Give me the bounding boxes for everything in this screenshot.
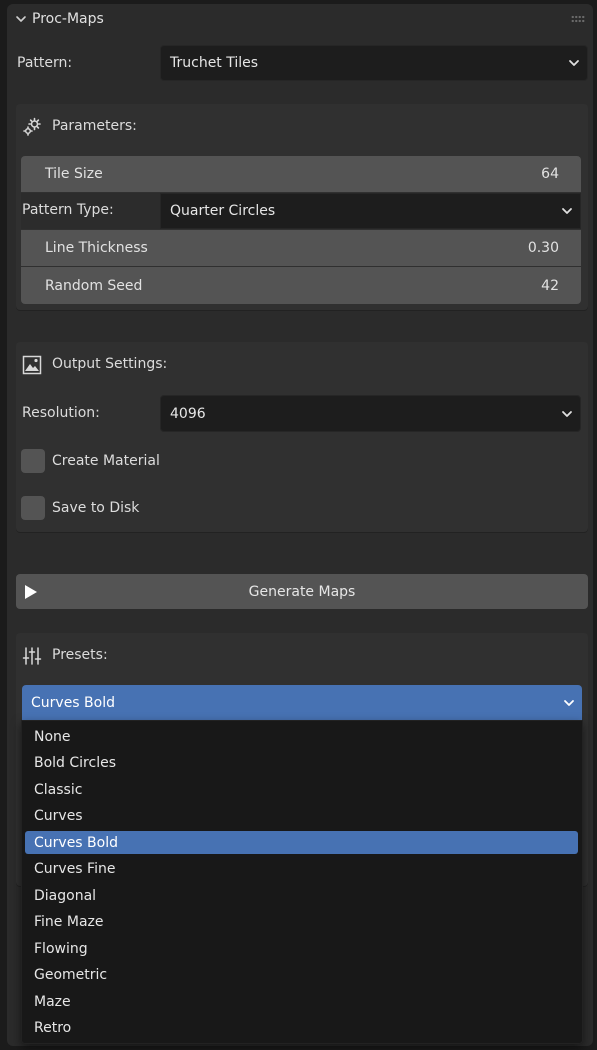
output-settings-title: Output Settings:: [52, 356, 168, 372]
tile-size-field[interactable]: Tile Size 64: [21, 156, 581, 192]
preset-menu-item[interactable]: Classic: [25, 778, 578, 801]
generate-maps-button[interactable]: Generate Maps: [16, 574, 588, 609]
resolution-label: Resolution:: [22, 405, 100, 421]
preset-menu-item[interactable]: Curves Bold: [25, 831, 578, 854]
preset-menu-item-label: Bold Circles: [34, 755, 117, 771]
pattern-label: Pattern:: [17, 55, 73, 71]
tile-size-label: Tile Size: [45, 166, 103, 182]
pattern-value: Truchet Tiles: [170, 55, 259, 71]
preset-menu-item[interactable]: Fine Maze: [25, 911, 578, 934]
preset-menu-item-label: Geometric: [34, 967, 108, 983]
pattern-type-row: Pattern Type: Quarter Circles: [21, 193, 581, 229]
gears-icon: [23, 117, 41, 136]
preset-menu-item[interactable]: Curves Fine: [25, 858, 578, 881]
preset-menu-item[interactable]: Bold Circles: [25, 752, 578, 775]
preset-menu-item-label: Classic: [34, 781, 83, 798]
pattern-dropdown[interactable]: Truchet Tiles: [160, 45, 588, 81]
pattern-type-label: Pattern Type:: [22, 202, 114, 218]
save-to-disk-label[interactable]: Save to Disk: [52, 500, 139, 516]
preset-menu-item-label: Curves Bold: [34, 834, 118, 851]
create-material-checkbox[interactable]: [21, 449, 45, 473]
sliders-icon: [22, 647, 42, 665]
image-icon: [22, 355, 42, 375]
panel-header[interactable]: Proc-Maps: [7, 4, 593, 36]
preset-menu-item[interactable]: Geometric: [25, 964, 578, 987]
pattern-type-value: Quarter Circles: [170, 203, 276, 219]
parameters-box: Parameters: Tile Size 64 Pattern Type: Q…: [16, 104, 588, 310]
resolution-value: 4096: [170, 405, 206, 422]
chevron-down-icon: [562, 410, 572, 417]
preset-menu-item-label: Diagonal: [34, 887, 97, 904]
save-to-disk-checkbox[interactable]: [21, 496, 45, 520]
line-thickness-field[interactable]: Line Thickness 0.30: [21, 230, 581, 266]
presets-menu: None Bold Circles Classic Curves Curves Bold…: [21, 720, 583, 1044]
random-seed-label: Random Seed: [45, 277, 143, 294]
preset-menu-item-label: Maze: [34, 993, 71, 1010]
preset-menu-item-label: Flowing: [34, 940, 88, 957]
preset-menu-item-label: None: [34, 728, 71, 745]
preset-menu-item[interactable]: Diagonal: [25, 884, 578, 907]
drag-grip-icon[interactable]: [571, 15, 585, 23]
line-thickness-value: 0.30: [527, 240, 559, 256]
chevron-down-icon: [564, 699, 574, 706]
chevron-down-icon: [569, 60, 579, 66]
preset-menu-item[interactable]: Retro: [25, 1017, 578, 1040]
chevron-down-icon[interactable]: [15, 13, 27, 25]
preset-menu-item[interactable]: Maze: [25, 990, 578, 1013]
line-thickness-label: Line Thickness: [45, 240, 148, 256]
panel-title: Proc-Maps: [32, 11, 104, 27]
presets-header: Presets:: [16, 633, 588, 675]
preset-menu-item-label: Retro: [34, 1020, 72, 1036]
chevron-down-icon: [562, 208, 572, 214]
tile-size-value: 64: [541, 166, 559, 182]
preset-menu-item[interactable]: None: [25, 725, 578, 748]
preset-menu-item[interactable]: Flowing: [25, 937, 578, 960]
random-seed-field[interactable]: Random Seed 42: [21, 267, 581, 304]
parameters-header: Parameters:: [16, 104, 588, 146]
output-settings-box: Output Settings: Resolution: 4096 Create…: [16, 342, 588, 532]
parameters-title: Parameters:: [52, 118, 137, 134]
create-material-label[interactable]: Create Material: [52, 453, 160, 469]
preset-menu-item[interactable]: Curves: [25, 805, 578, 828]
presets-title: Presets:: [52, 647, 108, 663]
preset-menu-item-label: Fine Maze: [34, 914, 104, 930]
preset-menu-item-label: Curves: [34, 808, 83, 824]
presets-dropdown[interactable]: Curves Bold: [22, 685, 582, 720]
output-settings-header: Output Settings:: [16, 342, 588, 384]
preset-menu-item-label: Curves Fine: [34, 861, 116, 877]
presets-selected-value: Curves Bold: [31, 694, 115, 711]
proc-maps-panel: Proc-Maps Pattern: Truchet Tiles Paramet…: [7, 4, 593, 1046]
resolution-dropdown[interactable]: 4096: [160, 395, 581, 432]
generate-maps-label: Generate Maps: [248, 583, 356, 600]
random-seed-value: 42: [541, 277, 559, 294]
pattern-type-dropdown[interactable]: Quarter Circles: [160, 193, 581, 229]
